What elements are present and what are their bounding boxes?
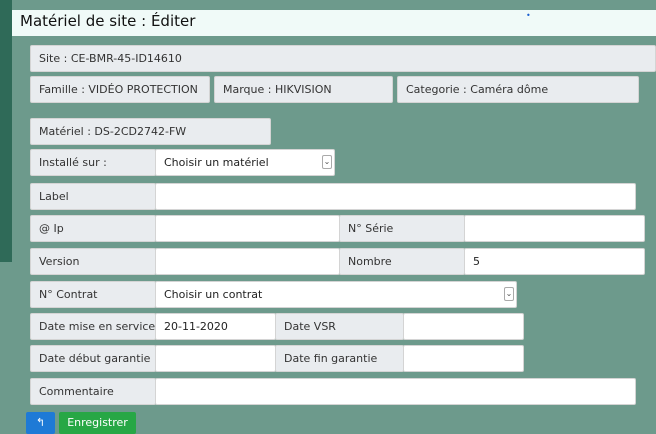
back-button[interactable]: ↰ — [26, 412, 55, 434]
label-label: Label — [30, 183, 156, 210]
date-mise-service-label: Date mise en service — [30, 313, 156, 340]
date-mise-service-input[interactable]: 20-11-2020 — [155, 313, 276, 340]
contrat-label: N° Contrat — [30, 281, 156, 308]
save-button[interactable]: Enregistrer — [59, 412, 136, 434]
site-info: Site : CE-BMR-45-ID14610 — [30, 45, 656, 72]
materiel-info: Matériel : DS-2CD2742-FW — [30, 118, 271, 145]
date-debut-garantie-label: Date début garantie — [30, 345, 156, 372]
back-arrow-icon: ↰ — [35, 416, 46, 429]
nombre-input[interactable]: 5 — [464, 248, 645, 275]
date-vsr-label: Date VSR — [275, 313, 404, 340]
marque-info: Marque : HIKVISION — [214, 76, 393, 103]
chevron-down-icon: ⌄ — [504, 287, 514, 301]
categorie-info: Categorie : Caméra dôme — [397, 76, 639, 103]
sidebar-lower — [0, 262, 12, 434]
commentaire-input[interactable] — [155, 378, 636, 405]
date-debut-garantie-input[interactable] — [155, 345, 276, 372]
installe-sur-label: Installé sur : — [30, 149, 156, 176]
date-fin-garantie-label: Date fin garantie — [275, 345, 404, 372]
chevron-down-icon: ⌄ — [322, 155, 332, 169]
commentaire-label: Commentaire — [30, 378, 156, 405]
serie-label: N° Série — [339, 215, 465, 242]
header-accent-mark: • — [526, 11, 531, 20]
date-fin-garantie-input[interactable] — [403, 345, 524, 372]
version-label: Version — [30, 248, 156, 275]
ip-label: @ Ip — [30, 215, 156, 242]
contrat-value: Choisir un contrat — [164, 288, 263, 301]
contrat-select[interactable]: Choisir un contrat ⌄ — [155, 281, 517, 308]
installe-sur-select[interactable]: Choisir un matériel ⌄ — [155, 149, 335, 176]
version-input[interactable] — [155, 248, 340, 275]
famille-info: Famille : VIDÉO PROTECTION — [30, 76, 210, 103]
ip-input[interactable] — [155, 215, 340, 242]
page-title: Matériel de site : Éditer — [20, 12, 196, 30]
date-vsr-input[interactable] — [403, 313, 524, 340]
nombre-label: Nombre — [339, 248, 465, 275]
serie-input[interactable] — [464, 215, 645, 242]
label-input[interactable] — [155, 183, 636, 210]
installe-sur-value: Choisir un matériel — [164, 156, 269, 169]
